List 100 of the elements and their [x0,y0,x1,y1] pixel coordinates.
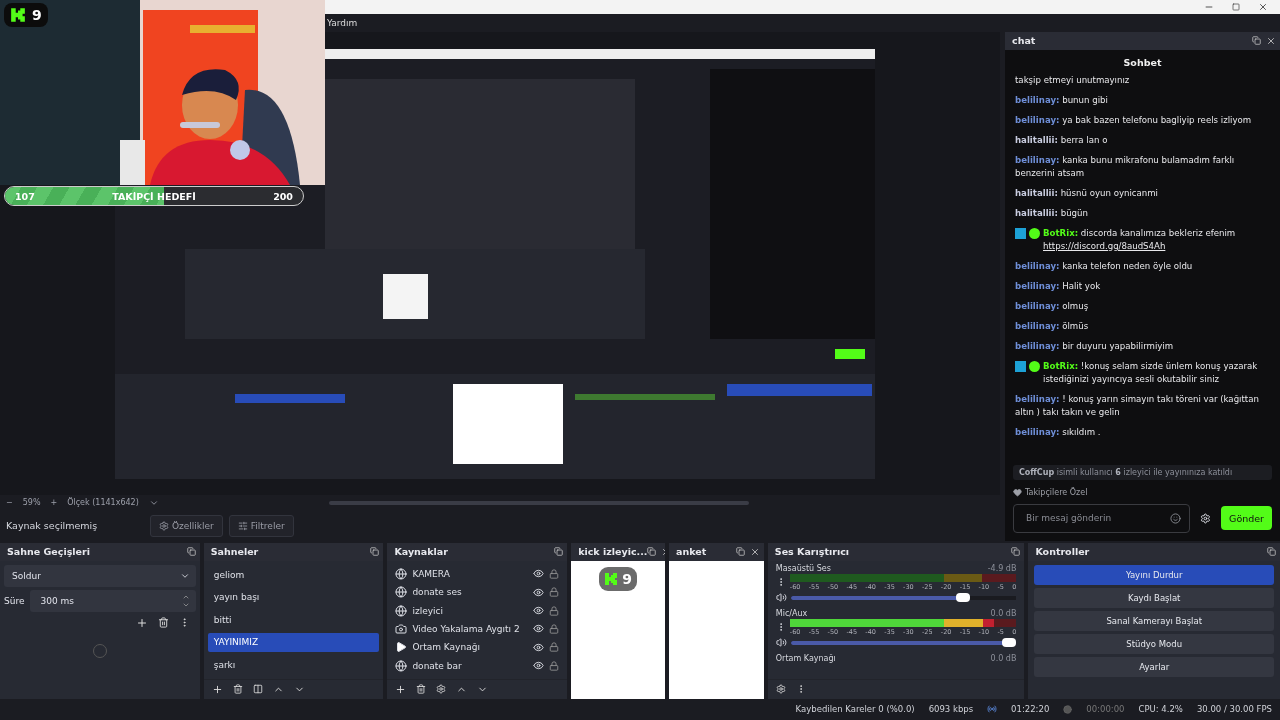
message-input[interactable]: Bir mesaj gönderin [1013,503,1191,533]
source-item[interactable]: Video Yakalama Aygıtı 2 [412,623,529,634]
float-icon[interactable] [370,547,380,557]
chat-message: belilinay: bunun gibi [1015,93,1109,107]
eye-icon[interactable] [533,586,545,598]
globe-icon [395,659,408,672]
gear-icon[interactable] [775,684,786,695]
lock-icon[interactable] [549,568,560,579]
lock-icon[interactable] [549,623,560,634]
duration-label: Süre [4,595,25,606]
dock-title: Ses Karıştırıcı [774,546,850,558]
float-icon[interactable] [735,547,745,557]
filter-icon[interactable] [252,684,263,695]
record-icon [1063,704,1073,714]
send-button[interactable]: Gönder [1221,506,1272,531]
eye-icon[interactable] [533,568,545,580]
globe-icon [395,604,408,617]
filter-icon [237,520,248,531]
close-icon[interactable] [1258,2,1268,13]
goal-current: 107 [15,190,35,202]
lock-icon[interactable] [549,660,560,671]
scene-item[interactable]: yayın başı [207,587,380,607]
chat-link[interactable]: https://discord.gg/8audS4Ah [1043,239,1166,253]
scale-dropdown[interactable]: Ölçek (1141x642) [67,498,139,508]
duration-field[interactable]: 300 ms [30,589,196,612]
control-button[interactable]: Ayarlar [1034,656,1274,677]
followers-only-label: Takipçilere Özel [1025,487,1088,497]
trash-icon[interactable] [416,684,427,695]
scene-item[interactable]: bitti [207,610,380,630]
chat-message: halitallii: berra lan o [1015,133,1109,147]
settings-icon[interactable] [1200,512,1211,524]
chat-message: halitallii: hüsnü oyun oynicanmi [1015,186,1159,200]
add-icon[interactable] [135,616,148,629]
channel-name: Masaüstü Ses [775,563,831,573]
source-status: Kaynak seçilmemiş [6,520,99,532]
source-item[interactable]: izleyici [412,605,529,616]
float-icon[interactable] [1267,547,1276,557]
eye-icon[interactable] [533,623,545,635]
dock-title: kick izleyic... [578,546,648,558]
bot-badge-icon [1015,227,1026,239]
speaker-icon[interactable] [775,636,787,648]
chat-message: belilinay: kanka telefon neden öyle oldu [1015,259,1194,273]
eye-icon[interactable] [533,641,545,653]
source-item[interactable]: KAMERA [412,568,529,579]
chat-message: belilinay: Halit yok [1015,279,1102,293]
channel-reading: 0.0 dB [990,653,1017,663]
source-item[interactable]: Ortam Kaynağı [412,642,529,653]
globe-icon [395,567,408,580]
verified-badge-icon [1029,360,1040,372]
source-item[interactable]: donate ses [412,587,529,598]
properties-button[interactable]: Özellikler [150,514,223,537]
filters-button[interactable]: Filtreler [228,514,294,537]
channel-name: Ortam Kaynağı [775,653,836,663]
control-button[interactable]: Kaydı Başlat [1034,587,1274,608]
trash-icon[interactable] [157,617,169,629]
control-button[interactable]: Sanal Kamerayı Başlat [1034,610,1274,631]
dock-title: Kaynaklar [394,546,448,558]
lock-icon[interactable] [549,587,560,598]
control-button[interactable]: Stüdyo Modu [1034,633,1274,654]
add-icon[interactable] [395,683,407,695]
emoji-icon[interactable] [1170,512,1182,524]
close-icon[interactable] [749,546,760,557]
scene-item[interactable]: şarkı [207,655,380,675]
float-icon[interactable] [186,547,196,557]
float-icon[interactable] [554,547,564,557]
chat-message: belilinay: olmuş [1015,299,1090,313]
control-button[interactable]: Yayını Durdur [1034,564,1274,585]
zoom-out-button[interactable]: − [6,498,13,508]
chat-title: Sohbet [1122,55,1163,70]
stream-time: 01:22:20 [1011,704,1050,715]
trash-icon[interactable] [232,684,243,695]
menu-item[interactable]: Yardım [327,18,358,29]
eye-icon[interactable] [533,660,545,672]
channel-reading: -4.9 dB [987,563,1017,573]
float-icon[interactable] [1252,36,1261,46]
scene-item[interactable]: geliom [207,564,380,585]
channel-name: Mic/Aux [775,608,808,618]
eye-icon[interactable] [533,605,545,617]
scrollbar[interactable] [328,500,749,505]
scene-item[interactable]: YAYINIMIZ [207,632,380,653]
chat-message: BotRix: discorda kanalımıza bekleriz efenim [1043,226,1236,240]
zoom-in-button[interactable]: + [50,498,58,508]
add-icon[interactable] [211,683,223,695]
dock-title: Kontroller [1035,546,1090,558]
lock-icon[interactable] [549,605,560,616]
chat-message: belilinay: ölmüs [1015,319,1090,333]
close-icon[interactable] [1266,35,1276,46]
bitrate: 6093 kbps [928,704,974,715]
goal-target: 200 [273,190,293,202]
maximize-icon[interactable] [1232,3,1240,12]
lock-icon[interactable] [549,642,560,653]
transition-select[interactable]: Soldur [4,564,196,587]
chat-message: belilinay: kanka bunu mikrafonu bulamadım farklı benzerini atsam [1015,153,1236,180]
chat-message: belilinay: sıkıldım . [1015,425,1102,439]
gear-icon[interactable] [436,684,447,695]
source-item[interactable]: donate bar [412,660,529,671]
speaker-icon[interactable] [775,591,787,603]
float-icon[interactable] [1011,547,1021,557]
dock-title: Sahneler [210,546,259,558]
float-icon[interactable] [647,547,657,557]
